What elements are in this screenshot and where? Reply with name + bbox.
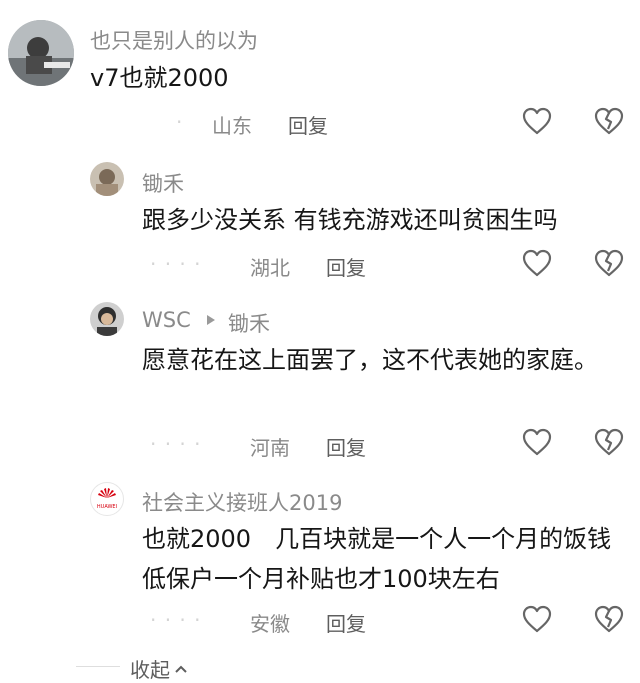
heart-outline-icon[interactable] xyxy=(522,605,552,633)
broken-heart-icon[interactable] xyxy=(594,249,624,277)
heart-outline-icon[interactable] xyxy=(522,107,552,135)
comment-text: 愿意花在这上面罢了，这不代表她的家庭。 xyxy=(142,346,598,374)
avatar-photo xyxy=(90,302,124,336)
avatar-photo xyxy=(8,20,74,86)
reply-button[interactable]: 回复 xyxy=(326,252,366,281)
avatar[interactable] xyxy=(90,162,124,196)
comment-username[interactable]: 锄禾 xyxy=(142,168,184,198)
reply-button[interactable]: 回复 xyxy=(326,432,366,461)
huawei-logo-icon: HUAWEI xyxy=(97,488,117,510)
comment-username[interactable]: 社会主义接班人2019 xyxy=(142,487,342,517)
comment-username[interactable]: WSC xyxy=(142,308,191,332)
chevron-up-icon xyxy=(174,659,188,678)
avatar[interactable]: HUAWEI xyxy=(90,482,124,516)
reply-button[interactable]: 回复 xyxy=(326,608,366,637)
collapse-label: 收起 xyxy=(130,658,170,682)
blurred-meta: · · · · xyxy=(150,252,202,276)
comment-location: 河南 xyxy=(250,436,290,460)
reply-button[interactable]: 回复 xyxy=(288,110,328,139)
broken-heart-icon[interactable] xyxy=(594,107,624,135)
blurred-meta: · · · · xyxy=(150,432,202,456)
comment-location: 湖北 xyxy=(250,256,290,280)
comment-text: v7也就2000 xyxy=(90,64,229,92)
broken-heart-icon[interactable] xyxy=(594,428,624,456)
collapse-divider xyxy=(76,666,120,667)
avatar-photo xyxy=(90,162,124,196)
comment-text: 也就2000 几百块就是一个人一个月的饭钱 低保户一个月补贴也才100块左右 xyxy=(142,525,612,593)
collapse-button[interactable]: 收起 xyxy=(130,654,188,683)
broken-heart-icon[interactable] xyxy=(594,605,624,633)
comment-text: 跟多少没关系 有钱充游戏还叫贫困生吗 xyxy=(142,206,558,234)
comment-username[interactable]: 也只是别人的以为 xyxy=(90,25,258,55)
heart-outline-icon[interactable] xyxy=(522,249,552,277)
reply-to-username[interactable]: 锄禾 xyxy=(228,308,270,338)
blurred-meta: · xyxy=(176,110,184,134)
svg-text:HUAWEI: HUAWEI xyxy=(97,504,117,510)
avatar[interactable] xyxy=(90,302,124,336)
blurred-meta: · · · · xyxy=(150,608,202,632)
avatar[interactable] xyxy=(8,20,74,86)
heart-outline-icon[interactable] xyxy=(522,428,552,456)
comment-location: 山东 xyxy=(212,114,252,138)
comment-location: 安徽 xyxy=(250,612,290,636)
triangle-right-icon xyxy=(206,314,216,326)
